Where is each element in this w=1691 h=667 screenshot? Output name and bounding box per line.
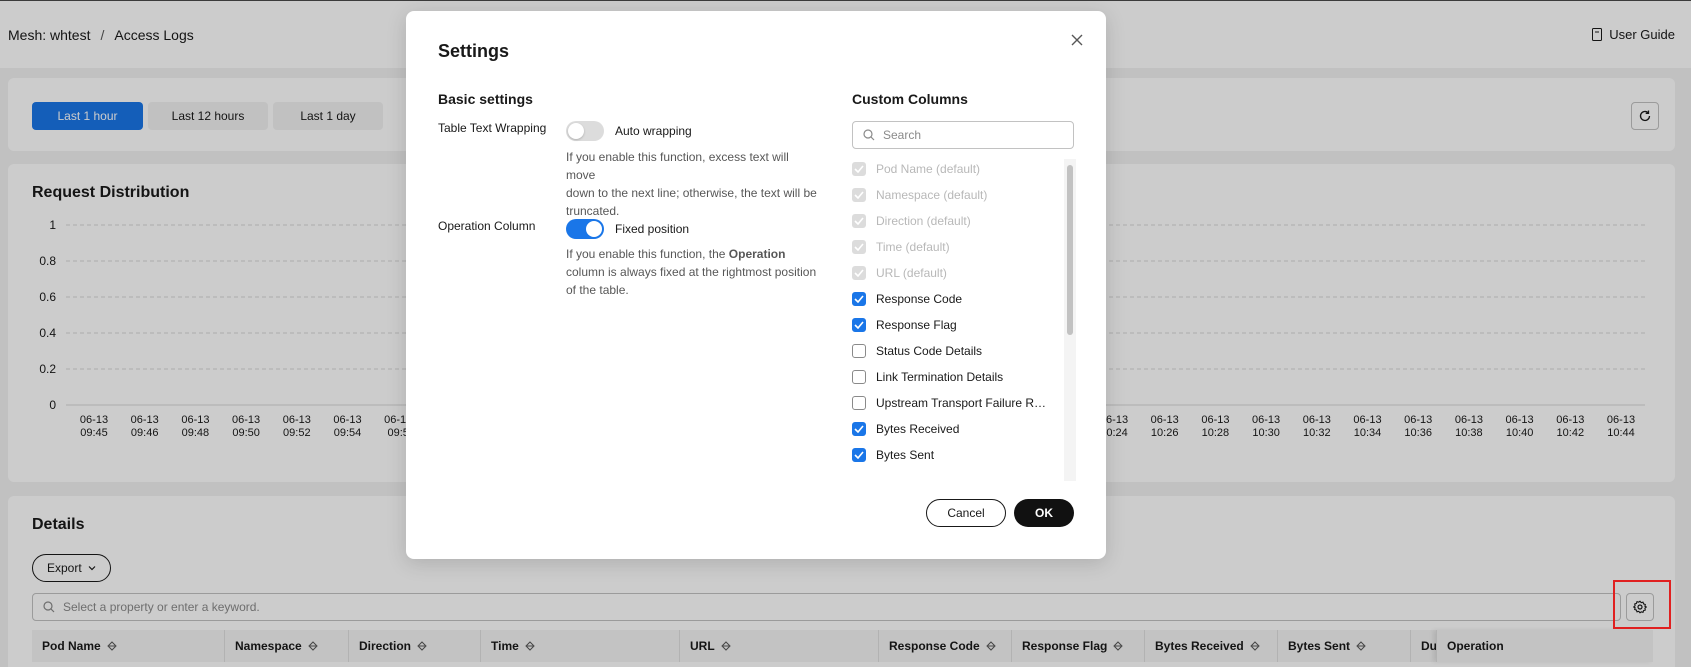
checkbox — [852, 214, 866, 228]
annotation-highlight-box — [1613, 580, 1671, 629]
checkbox — [852, 188, 866, 202]
search-icon — [863, 129, 875, 141]
column-option-label: URL (default) — [876, 266, 947, 280]
checkbox[interactable] — [852, 292, 866, 306]
column-option-label: Namespace (default) — [876, 188, 988, 202]
cancel-button[interactable]: Cancel — [926, 499, 1006, 527]
custom-columns-title: Custom Columns — [852, 91, 968, 107]
column-option-label: Time (default) — [876, 240, 950, 254]
column-option[interactable]: Bytes Received — [852, 419, 959, 439]
column-option-label: Bytes Sent — [876, 448, 935, 462]
toggle-knob — [568, 123, 584, 139]
help-line: down to the next line; otherwise, the te… — [566, 186, 817, 200]
fixed-position-toggle[interactable] — [566, 219, 604, 239]
column-option-label: Pod Name (default) — [876, 162, 981, 176]
close-button[interactable] — [1066, 29, 1088, 51]
checkbox[interactable] — [852, 318, 866, 332]
checkbox — [852, 240, 866, 254]
checkbox[interactable] — [852, 422, 866, 436]
column-option: Direction (default) — [852, 211, 971, 231]
column-option-label: Bytes Received — [876, 422, 960, 436]
column-option: Time (default) — [852, 237, 950, 257]
wrapping-label: Table Text Wrapping — [438, 121, 547, 135]
column-search-input[interactable]: Search — [852, 121, 1074, 149]
checkbox[interactable] — [852, 448, 866, 462]
help-line: If you enable this function, excess text… — [566, 150, 789, 182]
column-option[interactable]: Upstream Transport Failure R… — [852, 393, 1046, 413]
operation-help-text: If you enable this function, the Operati… — [566, 245, 821, 299]
column-option-label: Link Termination Details — [876, 370, 1004, 384]
column-option: Namespace (default) — [852, 185, 987, 205]
column-option-label: Response Code — [876, 292, 963, 306]
help-text-part: If you enable this function, the — [566, 247, 729, 261]
checkbox — [852, 162, 866, 176]
column-option[interactable]: Status Code Details — [852, 341, 982, 361]
column-option[interactable]: Link Termination Details — [852, 367, 1003, 387]
help-line: column is always fixed at the rightmost … — [566, 265, 817, 279]
checkbox — [852, 266, 866, 280]
column-search-placeholder: Search — [883, 128, 922, 142]
checkbox[interactable] — [852, 344, 866, 358]
auto-wrapping-toggle[interactable] — [566, 121, 604, 141]
columns-scrollbar[interactable] — [1064, 159, 1076, 481]
help-text-bold: Operation — [728, 247, 786, 261]
custom-columns-list: Pod Name (default) Namespace (default) Dir… — [852, 159, 1074, 481]
dialog-title: Settings — [438, 41, 510, 61]
help-line: If you enable this function, the Operati… — [566, 245, 821, 263]
column-option[interactable]: Response Flag — [852, 315, 957, 335]
checkbox[interactable] — [852, 396, 866, 410]
column-option-label: Status Code Details — [876, 344, 983, 358]
column-option: URL (default) — [852, 263, 947, 283]
wrapping-help-text: If you enable this function, excess text… — [566, 148, 821, 220]
help-line: of the table. — [566, 283, 629, 297]
settings-dialog: Settings Basic settings Table Text Wrapp… — [406, 11, 1106, 559]
ok-button[interactable]: OK — [1014, 499, 1074, 527]
basic-settings-title: Basic settings — [438, 91, 533, 107]
operation-column-label: Operation Column — [438, 219, 536, 233]
toggle-knob — [586, 221, 602, 237]
column-option-label: Direction (default) — [876, 214, 971, 228]
fixed-position-label: Fixed position — [615, 222, 690, 236]
checkbox[interactable] — [852, 370, 866, 384]
close-icon — [1071, 34, 1083, 46]
column-option[interactable]: Bytes Sent — [852, 445, 934, 465]
auto-wrapping-label: Auto wrapping — [615, 124, 692, 138]
column-option-label: Response Flag — [876, 318, 957, 332]
column-option: Pod Name (default) — [852, 159, 980, 179]
column-option-label: Upstream Transport Failure R… — [876, 396, 1047, 410]
column-option[interactable]: Response Code — [852, 289, 962, 309]
scrollbar-thumb[interactable] — [1067, 165, 1073, 335]
help-line: truncated. — [566, 204, 620, 218]
